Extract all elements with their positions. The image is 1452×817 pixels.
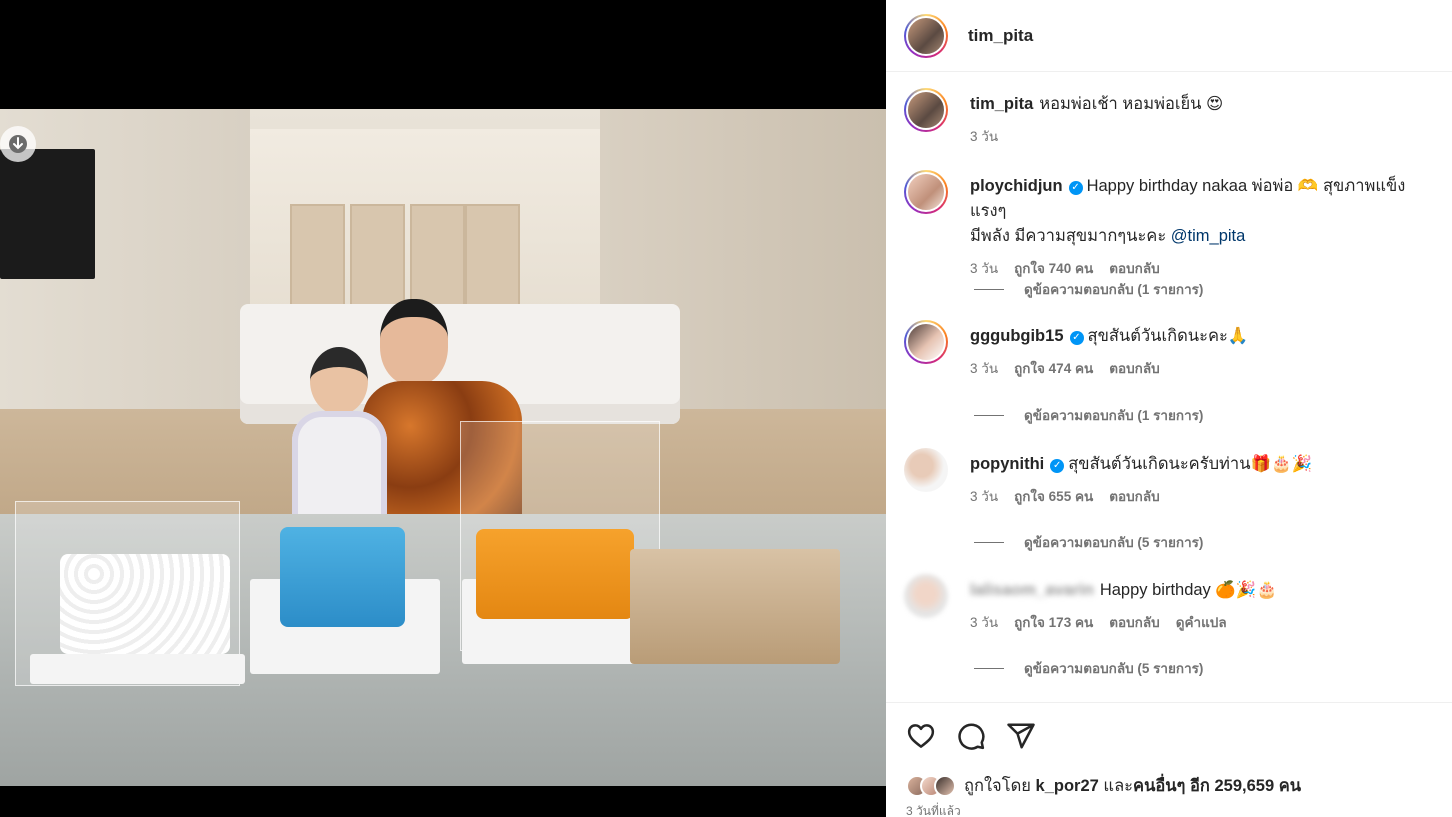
commenter-avatar[interactable]	[904, 574, 948, 618]
translate-button[interactable]: ดูคำแปล	[1176, 611, 1227, 633]
photo-tv	[0, 149, 95, 279]
comment-mention[interactable]: @tim_pita	[1171, 227, 1246, 245]
comment-likes[interactable]: ถูกใจ 655 คน	[1014, 485, 1093, 507]
post-actions: ถูกใจโดย k_por27 และคนอื่นๆ อีก 259,659 …	[886, 702, 1452, 817]
comment-time[interactable]: 3 วัน	[970, 611, 998, 633]
commenter-avatar[interactable]	[904, 320, 948, 364]
view-replies-button[interactable]: ดูข้อความตอบกลับ (5 รายการ)	[974, 531, 1203, 553]
caption-time[interactable]: 3 วัน	[970, 125, 998, 147]
reply-button[interactable]: ตอบกลับ	[1109, 257, 1159, 279]
photo-cake-blue	[280, 527, 405, 627]
commenter-username[interactable]: popynithi	[970, 455, 1044, 473]
comment-time[interactable]: 3 วัน	[970, 357, 998, 379]
share-icon[interactable]	[1006, 721, 1036, 751]
comment-likes[interactable]: ถูกใจ 740 คน	[1014, 257, 1093, 279]
verified-icon: ✓	[1069, 331, 1084, 345]
liker-avatar	[934, 775, 956, 797]
reply-button[interactable]: ตอบกลับ	[1109, 485, 1159, 507]
caption-avatar[interactable]	[904, 88, 948, 132]
liked-by-mid: และ	[1098, 777, 1134, 795]
view-replies-label: ดูข้อความตอบกลับ (5 รายการ)	[1024, 535, 1204, 550]
comment-text: สุขสันต์วันเกิดนะคะ🙏	[1087, 327, 1249, 345]
post-date[interactable]: 3 วันที่แล้ว	[906, 802, 961, 817]
replies-dash	[974, 414, 1004, 416]
post-header: tim_pita	[886, 0, 1452, 72]
view-replies-button[interactable]: ดูข้อความตอบกลับ (1 รายการ)	[974, 404, 1203, 426]
replies-dash	[974, 541, 1004, 543]
post-sidebar: tim_pita tim_pita หอมพ่อเช้า หอมพ่อเย็น 😍…	[886, 0, 1452, 817]
comment-text: สุขสันต์วันเกิดนะครับท่าน🎁🎂🎉	[1068, 455, 1313, 473]
commenter-username[interactable]: gggubgib15	[970, 327, 1064, 345]
comment-text: Happy birthday 🍊🎉🎂	[1099, 581, 1278, 599]
photo-cake-orange	[476, 529, 634, 619]
photo-cake-paper-box	[630, 549, 840, 664]
reply-button[interactable]: ตอบกลับ	[1109, 611, 1159, 633]
liked-by-others[interactable]: คนอื่นๆ อีก 259,659 คน	[1133, 777, 1301, 795]
comment-text-cont: มีพลัง มีความสุขมากๆนะคะ	[970, 227, 1171, 245]
comment-time[interactable]: 3 วัน	[970, 485, 998, 507]
likes-summary[interactable]: ถูกใจโดย k_por27 และคนอื่นๆ อีก 259,659 …	[906, 773, 1301, 799]
view-replies-button[interactable]: ดูข้อความตอบกลับ (1 รายการ)	[974, 278, 1203, 300]
commenter-username[interactable]: ploychidjun	[970, 177, 1063, 195]
view-replies-label: ดูข้อความตอบกลับ (1 รายการ)	[1024, 282, 1204, 297]
commenter-avatar[interactable]	[904, 170, 948, 214]
comment-likes[interactable]: ถูกใจ 474 คน	[1014, 357, 1093, 379]
photo-daughter	[292, 347, 387, 531]
heart-icon[interactable]	[906, 721, 936, 751]
comment-time[interactable]: 3 วัน	[970, 257, 998, 279]
replies-dash	[974, 288, 1004, 290]
author-username[interactable]: tim_pita	[968, 26, 1033, 46]
commenter-username[interactable]: lalisaom_avarin	[970, 581, 1094, 599]
verified-icon: ✓	[1050, 459, 1065, 473]
reply-button[interactable]: ตอบกลับ	[1109, 357, 1159, 379]
view-replies-label: ดูข้อความตอบกลับ (1 รายการ)	[1024, 408, 1204, 423]
commenter-avatar[interactable]	[904, 448, 948, 492]
download-button[interactable]	[0, 126, 36, 162]
post-media	[0, 0, 886, 817]
liked-by-user[interactable]: k_por27	[1036, 777, 1099, 795]
photo-cake-white	[60, 554, 230, 654]
post-photo[interactable]	[0, 109, 886, 786]
author-avatar[interactable]	[904, 13, 948, 58]
comment-likes[interactable]: ถูกใจ 173 คน	[1014, 611, 1093, 633]
download-icon	[9, 135, 27, 153]
verified-icon: ✓	[1068, 181, 1083, 195]
view-replies-button[interactable]: ดูข้อความตอบกลับ (5 รายการ)	[974, 657, 1203, 679]
replies-dash	[974, 667, 1004, 669]
comment-icon[interactable]	[956, 721, 986, 751]
view-replies-label: ดูข้อความตอบกลับ (5 รายการ)	[1024, 661, 1204, 676]
caption-username[interactable]: tim_pita	[970, 95, 1033, 113]
photo-cake-base	[30, 654, 245, 684]
comments-list: tim_pita หอมพ่อเช้า หอมพ่อเย็น 😍 3 วัน pl…	[886, 72, 1452, 702]
liked-by-prefix: ถูกใจโดย	[964, 777, 1036, 795]
caption-text: หอมพ่อเช้า หอมพ่อเย็น 😍	[1039, 95, 1224, 113]
